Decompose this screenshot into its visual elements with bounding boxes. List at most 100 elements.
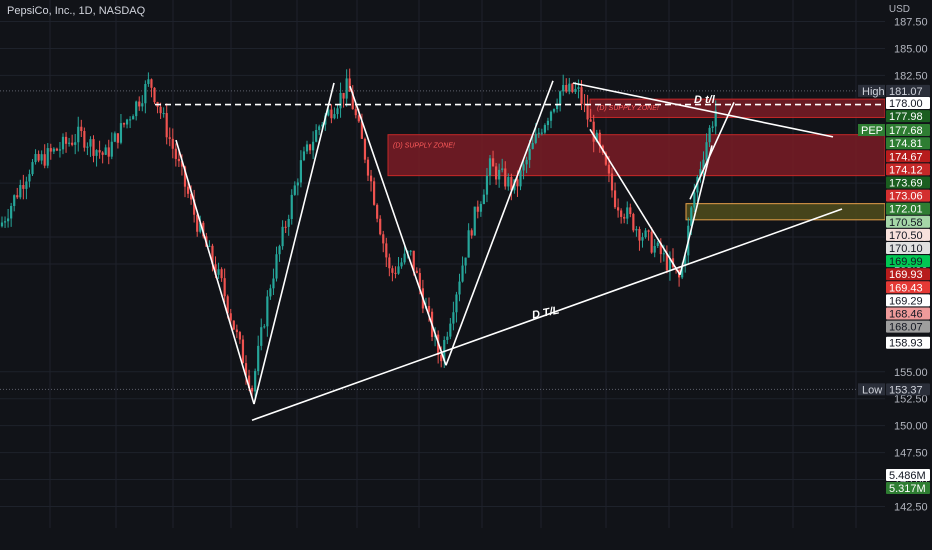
candle-body: [363, 138, 367, 160]
price-tag: 170.10: [889, 243, 923, 255]
candle-body: [498, 169, 501, 180]
candle-body: [80, 126, 83, 132]
candle-body: [61, 136, 65, 150]
candle-body: [382, 234, 385, 244]
candle-body: [388, 257, 391, 269]
price-tag: 169.93: [889, 269, 923, 281]
candle-body: [394, 272, 397, 274]
candle-body: [260, 327, 263, 346]
candle-body: [77, 126, 80, 143]
candle-body: [232, 320, 235, 330]
price-tag: 173.69: [889, 178, 923, 190]
candle-body: [110, 141, 113, 157]
candle-body: [43, 154, 46, 166]
candle-body: [534, 133, 537, 143]
candle-body: [272, 278, 275, 289]
candle-body: [336, 108, 339, 115]
candle-body: [107, 147, 110, 157]
candle-body: [482, 194, 485, 204]
candle-body: [129, 119, 132, 121]
candle-body: [171, 138, 174, 149]
candle-body: [525, 159, 528, 165]
candle-body: [281, 226, 284, 247]
candle-body: [546, 120, 550, 126]
candle-body: [86, 146, 89, 148]
candle-body: [68, 142, 71, 144]
candle-body: [366, 159, 370, 176]
candle-body: [391, 268, 394, 273]
candle-body: [144, 83, 147, 104]
candle-body: [83, 131, 86, 148]
candle-body: [10, 205, 13, 219]
candle-body: [16, 195, 19, 198]
candle-body: [95, 150, 98, 156]
candle-body: [580, 87, 583, 104]
candle-body: [125, 119, 129, 125]
grid-lines: [0, 0, 885, 528]
candle-body: [312, 141, 315, 151]
candle-body: [629, 207, 632, 215]
candle-body: [662, 253, 665, 255]
candle-body: [293, 185, 296, 195]
candle-body: [427, 306, 431, 312]
price-tag: 158.93: [889, 338, 923, 350]
candle-body: [369, 175, 373, 182]
candle-body: [162, 113, 165, 115]
candle-body: [556, 104, 559, 110]
candle-body: [74, 142, 77, 145]
candle-body: [549, 111, 553, 121]
candle-body: [592, 121, 595, 142]
candle-body: [119, 123, 123, 143]
candle-body: [516, 179, 519, 187]
candle-body: [98, 150, 101, 153]
candle-body: [452, 312, 455, 324]
candle-body: [565, 84, 568, 92]
candle-body: [467, 230, 470, 258]
candle-body: [315, 129, 318, 142]
candle-body: [177, 158, 180, 162]
high-label: High: [862, 86, 885, 98]
candle-body: [22, 185, 25, 189]
candle-body: [196, 214, 199, 232]
candle-body: [479, 203, 482, 212]
candle-body: [415, 270, 418, 274]
candle-body: [537, 132, 540, 134]
candle-body: [58, 149, 62, 151]
candle-body: [656, 242, 659, 246]
candle-body: [19, 185, 22, 198]
volume-tag: 5.486M: [889, 470, 926, 482]
candle-body: [254, 371, 257, 392]
candle-body: [46, 148, 49, 166]
price-tag: 178.00: [889, 98, 923, 110]
y-tick-label: 185.00: [894, 43, 928, 55]
candle-body: [49, 148, 52, 152]
candle-body: [284, 226, 287, 228]
price-tag: 173.06: [889, 191, 923, 203]
candle-body: [626, 207, 629, 219]
symbol-label: PEP: [861, 125, 883, 137]
candle-body: [153, 87, 156, 103]
candle-body: [122, 123, 126, 125]
candle-body: [101, 152, 104, 155]
volume-tag: 5.317M: [889, 483, 926, 495]
candle-body: [220, 269, 223, 279]
price-chart[interactable]: (D) SUPPLY ZONE!(D) SUPPLY ZONE! D t/lD …: [0, 0, 932, 550]
price-tag: 168.07: [889, 322, 923, 334]
time-axis[interactable]: Dec2022FebMarAprMayJunJulAugSepOctNovDec…: [0, 528, 932, 550]
candle-body: [345, 78, 348, 99]
candle-body: [577, 87, 580, 89]
last-price-tag: 177.68: [889, 125, 923, 137]
candle-body: [540, 132, 543, 134]
candle-body: [464, 257, 467, 266]
price-tag: 169.43: [889, 282, 923, 294]
candle-body: [376, 204, 379, 219]
time-axis-bg: [0, 528, 932, 550]
candle-body: [299, 160, 302, 183]
candle-body: [519, 170, 522, 187]
candle-body: [589, 119, 592, 122]
price-tag: 170.50: [889, 230, 923, 242]
candle-body: [7, 218, 10, 222]
candle-body: [638, 228, 641, 241]
price-tag: 172.01: [889, 204, 923, 216]
candle-body: [711, 126, 714, 128]
